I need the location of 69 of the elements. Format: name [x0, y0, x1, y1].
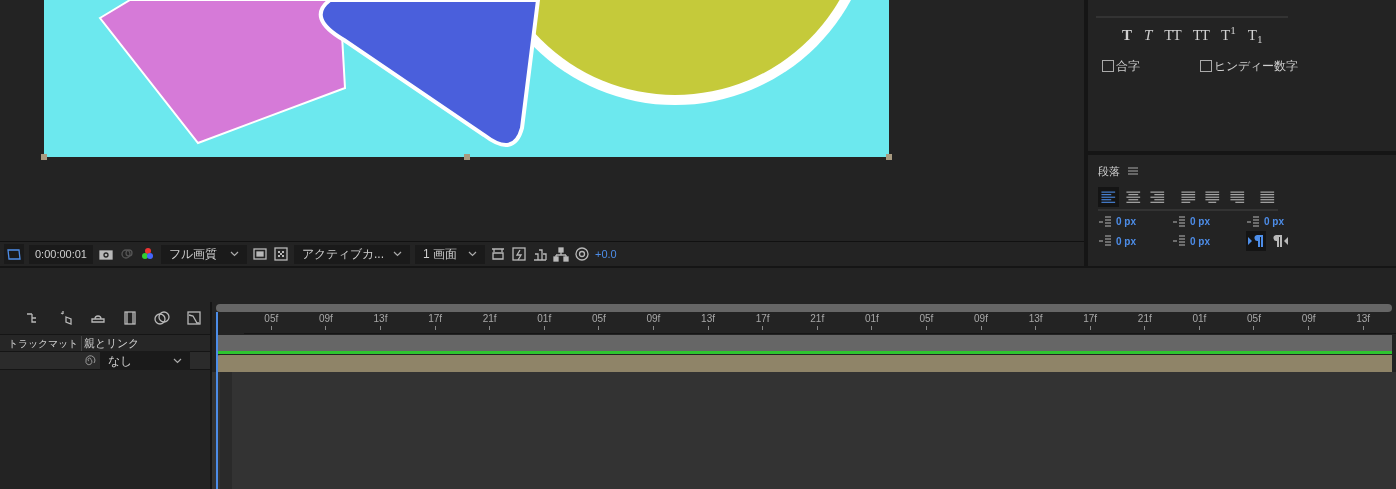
exposure-value[interactable]: +0.0 — [595, 245, 617, 263]
layout-icon[interactable] — [490, 246, 506, 263]
checkbox-label: 合字 — [1116, 57, 1140, 75]
align-button[interactable] — [1098, 187, 1119, 207]
spacing-value[interactable]: 0 px — [1190, 233, 1210, 249]
ruler-label: 05f — [1247, 312, 1261, 326]
text-style-button[interactable]: T$^{1}$ — [1221, 24, 1236, 47]
ruler-label: 05f — [591, 312, 606, 326]
ruler-label: 09f — [974, 312, 988, 326]
text-style-button[interactable]: T — [1122, 24, 1132, 47]
ruler-label: 17f — [755, 312, 770, 326]
chart-icon[interactable] — [532, 246, 548, 263]
text-style-button[interactable]: TT — [1164, 24, 1181, 47]
ruler-label: 01f — [864, 312, 879, 326]
checkerboard-icon[interactable] — [273, 246, 289, 263]
fast-preview-icon[interactable] — [511, 246, 527, 263]
ruler-label: 05f — [264, 312, 279, 326]
caret-icon — [173, 357, 182, 364]
menu-icon[interactable] — [1128, 167, 1138, 175]
ruler-label: 21f — [482, 312, 497, 326]
dropdown[interactable]: フル画質 — [161, 244, 247, 264]
text-style-button[interactable]: T — [1144, 24, 1153, 47]
spacing-value[interactable]: 0 px — [1264, 214, 1284, 229]
ruler-label: 13f — [373, 312, 388, 326]
film-icon[interactable] — [122, 310, 138, 326]
caret-icon — [393, 251, 402, 258]
ruler-label: 09f — [646, 312, 661, 326]
timecode[interactable]: 0:00:00:01 — [29, 244, 93, 264]
caret-icon — [468, 251, 477, 258]
text-style-button[interactable]: T$_{1}$ — [1247, 24, 1263, 47]
spiral-icon[interactable] — [82, 353, 96, 368]
sparkle-cube-icon[interactable] — [58, 310, 74, 326]
graph-icon[interactable] — [186, 310, 202, 326]
hierarchy-icon[interactable] — [553, 246, 569, 263]
spacing-icon — [1098, 234, 1112, 248]
panel-title: 段落 — [1098, 163, 1120, 179]
spacing-value[interactable]: 0 px — [1116, 214, 1136, 229]
ruler-label: 17f — [428, 312, 443, 326]
aperture-icon[interactable] — [574, 246, 590, 263]
dropdown[interactable]: なし — [100, 351, 190, 370]
text-style-button[interactable]: TT — [1192, 24, 1209, 47]
spacing-icon — [1172, 234, 1186, 248]
column-header[interactable]: トラックマット — [0, 335, 82, 351]
spacing-icon — [1172, 214, 1186, 229]
ruler-label: 21f — [1137, 312, 1152, 326]
ruler-label: 13f — [1356, 312, 1371, 326]
checkbox[interactable] — [1200, 59, 1212, 72]
ruler-label: 05f — [919, 312, 934, 326]
discs-icon[interactable] — [154, 310, 170, 326]
ruler-label: 01f — [1192, 312, 1207, 326]
ruler-label: 21f — [810, 312, 825, 326]
checkbox[interactable] — [1102, 59, 1114, 72]
spacing-icon — [1246, 214, 1260, 229]
ruler-label: 09f — [1301, 312, 1316, 326]
caret-icon — [230, 251, 239, 258]
ruler-label: 09f — [318, 312, 333, 326]
ruler-label: 13f — [701, 312, 715, 326]
spacing-value[interactable]: 0 px — [1116, 233, 1136, 249]
ruler-label: 01f — [537, 312, 552, 326]
dropdown[interactable]: 1 画面 — [415, 244, 485, 264]
checkbox-label: ヒンディー数字 — [1214, 57, 1298, 75]
ruler-label: 13f — [1028, 312, 1043, 326]
column-header[interactable]: 親とリンク — [82, 334, 139, 352]
spacing-value[interactable]: 0 px — [1190, 214, 1210, 229]
left-to-right-button[interactable] — [1246, 231, 1266, 251]
frame-icon[interactable] — [252, 246, 268, 263]
ruler-label: 17f — [1083, 312, 1098, 326]
dropdown[interactable]: アクティブカ... — [294, 244, 410, 264]
spacing-icon — [1098, 214, 1112, 229]
